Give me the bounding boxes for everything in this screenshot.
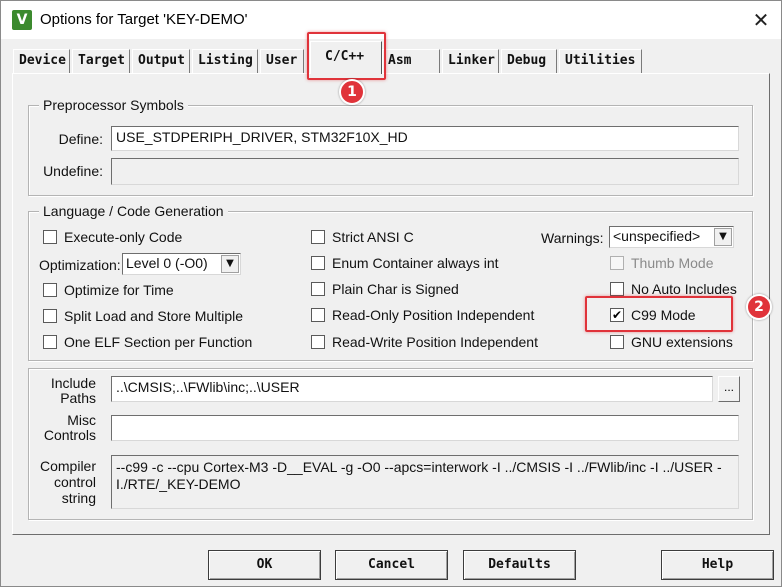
compiler-string-field[interactable]: --c99 -c --cpu Cortex-M3 -D__EVAL -g -O0… (111, 455, 739, 509)
misc-controls-label: Misc Controls (31, 413, 96, 443)
plain-char-checkbox[interactable] (311, 282, 325, 296)
plain-char-label: Plain Char is Signed (332, 281, 459, 297)
misc-controls-field[interactable] (111, 415, 739, 441)
warnings-value: <unspecified> (613, 228, 701, 244)
defaults-button[interactable]: Defaults (463, 550, 576, 580)
language-group-label: Language / Code Generation (39, 203, 228, 219)
tab-user[interactable]: User (260, 49, 304, 73)
tab-listing[interactable]: Listing (192, 49, 258, 73)
chevron-down-icon[interactable]: ▼ (221, 255, 239, 273)
optimization-label: Optimization: (39, 257, 121, 273)
tab-linker[interactable]: Linker (442, 49, 499, 73)
tab-debug[interactable]: Debug (501, 49, 557, 73)
rwpi-checkbox[interactable] (311, 335, 325, 349)
tab-device[interactable]: Device (13, 49, 70, 73)
optimize-time-checkbox[interactable] (43, 283, 57, 297)
one-elf-checkbox[interactable] (43, 335, 57, 349)
no-auto-includes-label: No Auto Includes (631, 281, 737, 297)
optimize-time-label: Optimize for Time (64, 282, 174, 298)
compiler-label-line2: control (53, 474, 96, 490)
rwpi-label: Read-Write Position Independent (332, 334, 538, 350)
split-load-label: Split Load and Store Multiple (64, 308, 243, 324)
split-load-checkbox[interactable] (43, 309, 57, 323)
misc-label-line1: Misc (67, 412, 96, 428)
undefine-label: Undefine: (43, 163, 103, 179)
annotation-badge-1: 1 (339, 79, 365, 105)
keil-app-icon: V (12, 10, 32, 30)
cancel-button[interactable]: Cancel (335, 550, 448, 580)
strict-ansi-label: Strict ANSI C (332, 229, 414, 245)
compiler-label-line1: Compiler (39, 458, 96, 474)
options-dialog: V Options for Target 'KEY-DEMO' ✕ Device… (0, 0, 782, 587)
preprocessor-group-label: Preprocessor Symbols (39, 97, 188, 113)
ropi-checkbox[interactable] (311, 308, 325, 322)
tab-output[interactable]: Output (132, 49, 190, 73)
strict-ansi-checkbox[interactable] (311, 230, 325, 244)
compiler-label-line3: string (61, 490, 96, 506)
tab-c-cpp[interactable]: C/C++ (310, 41, 382, 74)
warnings-select[interactable]: <unspecified> ▼ (609, 226, 734, 248)
optimization-value: Level 0 (-O0) (126, 255, 208, 271)
include-paths-label: Include Paths (31, 376, 96, 406)
include-paths-field[interactable]: ..\CMSIS;..\FWlib\inc;..\USER (111, 376, 713, 402)
undefine-field[interactable] (111, 158, 739, 185)
optimization-select[interactable]: Level 0 (-O0) ▼ (122, 253, 241, 275)
execute-only-checkbox[interactable] (43, 230, 57, 244)
annotation-badge-2: 2 (746, 294, 772, 320)
gnu-extensions-label: GNU extensions (631, 334, 733, 350)
enum-container-checkbox[interactable] (311, 256, 325, 270)
ok-button[interactable]: OK (208, 550, 321, 580)
c99-mode-highlight (585, 296, 733, 332)
include-label-line1: Include (50, 375, 96, 391)
include-label-line2: Paths (60, 390, 96, 406)
thumb-mode-checkbox (610, 256, 624, 270)
tab-utilities[interactable]: Utilities (559, 49, 642, 73)
window-title: Options for Target 'KEY-DEMO' (40, 11, 248, 28)
tab-asm[interactable]: Asm (382, 49, 440, 73)
chevron-down-icon[interactable]: ▼ (714, 228, 732, 246)
enum-container-label: Enum Container always int (332, 255, 499, 271)
warnings-label: Warnings: (541, 230, 604, 246)
gnu-extensions-checkbox[interactable] (610, 335, 624, 349)
execute-only-label: Execute-only Code (64, 229, 183, 245)
help-button[interactable]: Help (661, 550, 774, 580)
close-icon[interactable]: ✕ (741, 1, 781, 39)
thumb-mode-label: Thumb Mode (631, 255, 714, 271)
misc-label-line2: Controls (43, 427, 96, 443)
no-auto-includes-checkbox[interactable] (610, 282, 624, 296)
define-label: Define: (58, 131, 103, 147)
compiler-string-label: Compiler control string (31, 458, 96, 506)
ropi-label: Read-Only Position Independent (332, 307, 535, 323)
title-bar[interactable]: V Options for Target 'KEY-DEMO' ✕ (1, 1, 781, 39)
one-elf-label: One ELF Section per Function (64, 334, 253, 350)
tab-target[interactable]: Target (72, 49, 130, 73)
define-field[interactable]: USE_STDPERIPH_DRIVER, STM32F10X_HD (111, 126, 739, 151)
include-paths-browse-button[interactable]: ... (718, 376, 740, 402)
